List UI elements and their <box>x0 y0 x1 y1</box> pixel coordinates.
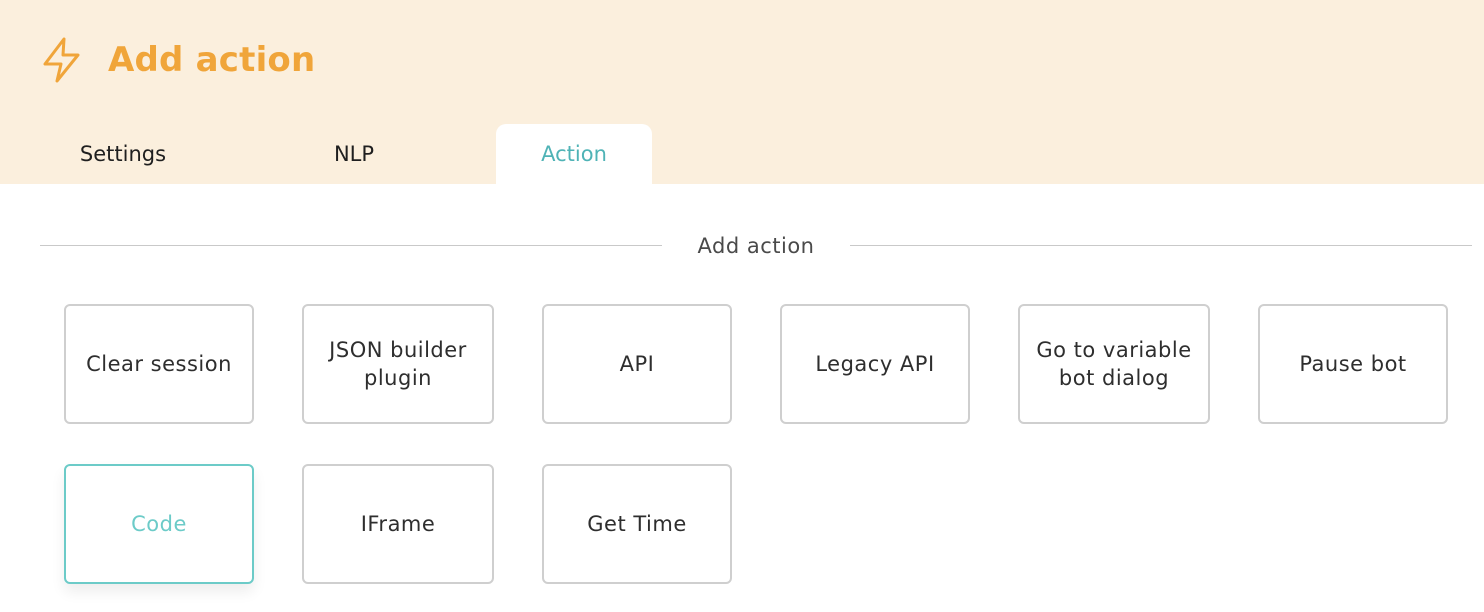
tab-action[interactable]: Action <box>496 124 652 184</box>
tab-settings[interactable]: Settings <box>40 124 206 184</box>
action-pause-bot[interactable]: Pause bot <box>1258 304 1448 424</box>
divider-line-left <box>40 245 662 246</box>
title-row: Add action <box>40 34 315 86</box>
divider-line-right <box>850 245 1472 246</box>
section-divider: Add action <box>40 226 1472 266</box>
lightning-bolt-icon <box>43 37 80 83</box>
page-header: Add action Settings NLP Action <box>0 0 1484 184</box>
action-code[interactable]: Code <box>64 464 254 584</box>
action-iframe[interactable]: IFrame <box>302 464 494 584</box>
page-title: Add action <box>108 40 316 80</box>
section-label: Add action <box>697 234 815 258</box>
tab-nlp[interactable]: NLP <box>276 124 432 184</box>
action-get-time[interactable]: Get Time <box>542 464 732 584</box>
action-json-builder-plugin[interactable]: JSON builder plugin <box>302 304 494 424</box>
action-api[interactable]: API <box>542 304 732 424</box>
action-go-to-variable-bot-dialog[interactable]: Go to variable bot dialog <box>1018 304 1210 424</box>
action-legacy-api[interactable]: Legacy API <box>780 304 970 424</box>
action-clear-session[interactable]: Clear session <box>64 304 254 424</box>
